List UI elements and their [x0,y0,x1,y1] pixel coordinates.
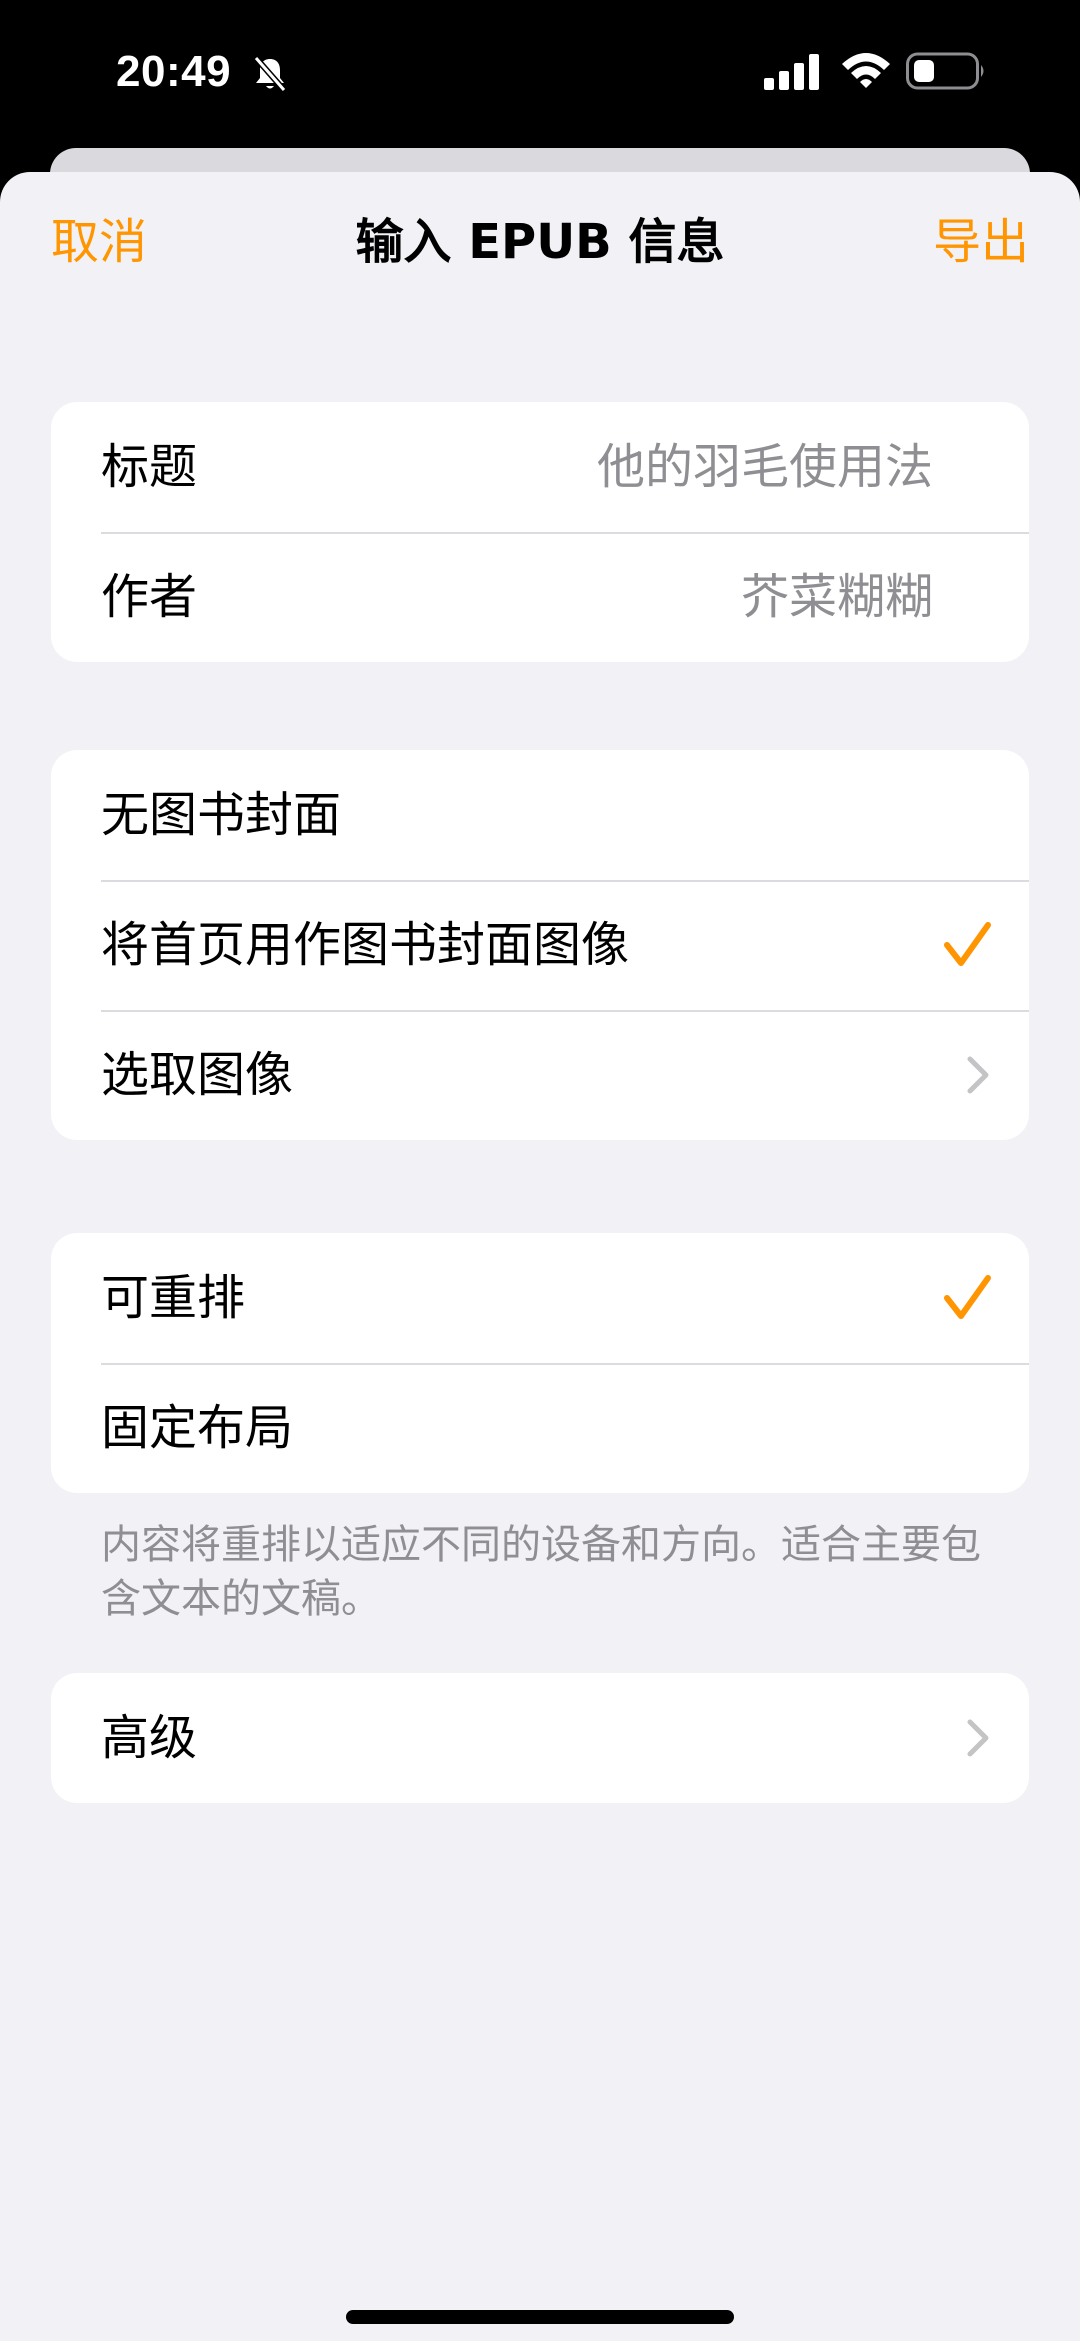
bell-slash-icon [253,56,287,92]
title-row[interactable]: 标题 他的羽毛使用法 [51,402,1029,532]
fixed-layout-label: 固定布局 [101,1400,294,1456]
wifi-icon [842,53,890,88]
checkmark-icon [944,1275,991,1319]
advanced-group: 高级 [51,1673,1029,1803]
status-bar: 20:49 [0,0,1080,150]
checkmark-icon [944,922,991,966]
first-page-cover-option[interactable]: 将首页用作图书封面图像 [51,880,1029,1010]
author-label: 作者 [101,569,198,625]
home-indicator[interactable] [346,2310,734,2324]
chevron-right-icon [967,1719,989,1757]
title-field[interactable]: 他的羽毛使用法 [597,437,933,497]
title-label: 标题 [101,439,198,495]
no-cover-label: 无图书封面 [101,787,342,843]
epub-info-sheet: 取消 输入 EPUB 信息 导出 标题 他的羽毛使用法 作者 芥菜糊糊 无图书封… [0,172,1080,2341]
reflowable-label: 可重排 [101,1270,246,1326]
no-cover-option[interactable]: 无图书封面 [51,750,1029,880]
battery-icon [906,52,984,90]
advanced-label: 高级 [101,1710,198,1766]
choose-image-option[interactable]: 选取图像 [51,1010,1029,1140]
cellular-signal-icon [764,54,819,90]
sheet-title: 输入 EPUB 信息 [355,214,725,270]
export-button[interactable]: 导出 [933,212,1029,272]
metadata-group: 标题 他的羽毛使用法 作者 芥菜糊糊 [51,402,1029,662]
layout-footer-note: 内容将重排以适应不同的设备和方向。适合主要包含文本的文稿。 [101,1522,981,1622]
first-page-cover-label: 将首页用作图书封面图像 [101,917,630,973]
chevron-right-icon [967,1056,989,1094]
author-field[interactable]: 芥菜糊糊 [741,567,933,627]
reflowable-option[interactable]: 可重排 [51,1233,1029,1363]
author-row[interactable]: 作者 芥菜糊糊 [51,532,1029,662]
cover-group: 无图书封面 将首页用作图书封面图像 选取图像 [51,750,1029,1140]
advanced-option[interactable]: 高级 [51,1673,1029,1803]
status-time: 20:49 [116,47,232,96]
layout-group: 可重排 固定布局 [51,1233,1029,1493]
choose-image-label: 选取图像 [101,1047,294,1103]
fixed-layout-option[interactable]: 固定布局 [51,1363,1029,1493]
